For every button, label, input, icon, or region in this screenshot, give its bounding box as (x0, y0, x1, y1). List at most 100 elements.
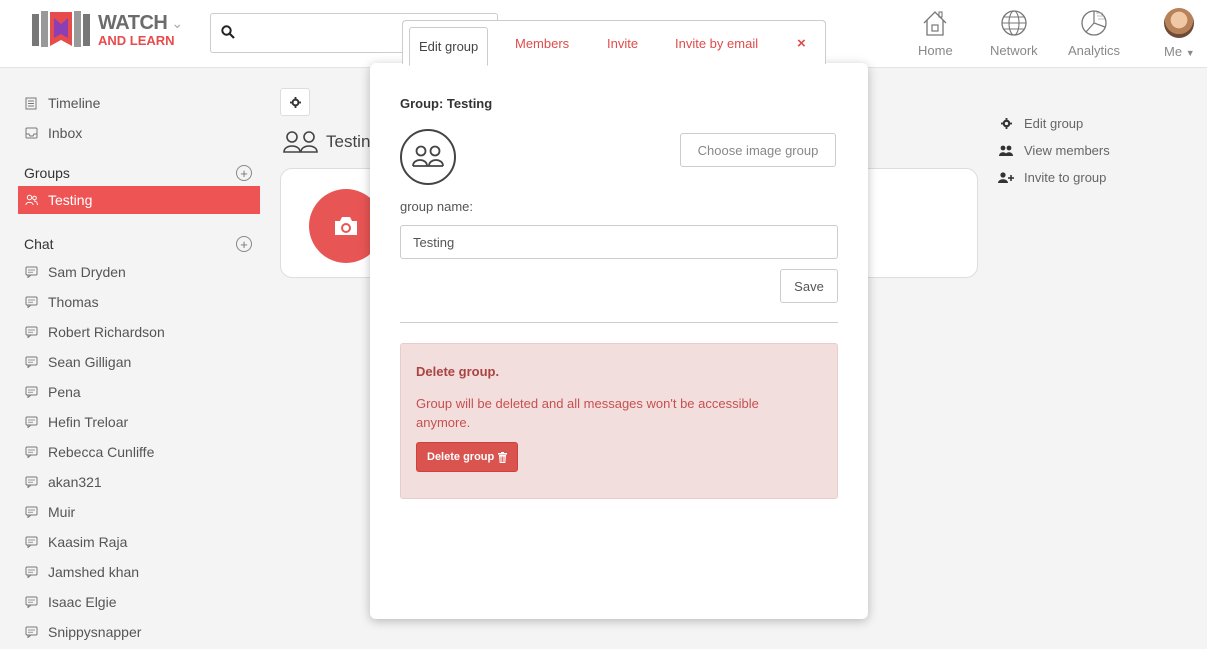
chat-icon (24, 325, 38, 339)
nav-analytics-label: Analytics (1068, 43, 1121, 58)
add-group-icon[interactable]: + (236, 165, 252, 181)
chat-contact-name: Snippysnapper (48, 624, 142, 640)
edit-group-modal: Group: Testing Choose image group group … (370, 63, 868, 619)
chat-list-item[interactable]: Kaasim Raja (18, 527, 260, 557)
chat-list: Sam Dryden Thomas Robert Richardson Sean Gi… (18, 257, 260, 647)
tab-members[interactable]: Members (515, 21, 569, 65)
sidebar-item-label: Testing (48, 192, 93, 208)
chat-list-item[interactable]: Thomas (18, 287, 260, 317)
sidebar-item-timeline[interactable]: Timeline (18, 88, 260, 118)
trash-icon (498, 451, 508, 463)
chat-contact-name: Isaac Elgie (48, 594, 117, 610)
camera-icon (335, 217, 357, 235)
delete-group-button[interactable]: Delete group (416, 442, 519, 472)
nav-analytics[interactable]: Analytics (1068, 8, 1120, 58)
chat-icon (24, 295, 38, 309)
edit-group-link[interactable]: Edit group (998, 110, 1110, 137)
chat-contact-name: Muir (48, 504, 76, 520)
view-members-link[interactable]: View members (998, 137, 1110, 164)
brand-logo[interactable]: WATCH ⌄ AND LEARN (30, 8, 183, 52)
chat-icon (24, 565, 38, 579)
chat-list-item[interactable]: Pena (18, 377, 260, 407)
chat-contact-name: Robert Richardson (48, 324, 165, 340)
edit-group-label: Edit group (1024, 116, 1084, 131)
chat-icon (24, 475, 38, 489)
sidebar-item-group-testing[interactable]: Testing (18, 186, 260, 214)
chat-list-item[interactable]: Snippysnapper (18, 617, 260, 647)
sidebar-item-label: Inbox (48, 125, 83, 141)
group-title-text: Testin (326, 132, 371, 151)
save-button[interactable]: Save (780, 269, 838, 303)
tab-invite[interactable]: Invite (607, 21, 638, 65)
chat-list-item[interactable]: akan321 (18, 467, 260, 497)
tab-invite-by-email[interactable]: Invite by email (675, 21, 758, 65)
chat-icon (24, 355, 38, 369)
chat-contact-name: Thomas (48, 294, 99, 310)
invite-to-group-link[interactable]: Invite to group (998, 164, 1110, 191)
group-icon (412, 145, 444, 167)
inbox-icon (24, 126, 38, 140)
add-chat-icon[interactable]: + (236, 236, 252, 252)
chat-icon (24, 595, 38, 609)
brand-line2: AND LEARN (98, 33, 175, 48)
chat-contact-name: akan321 (48, 474, 102, 490)
divider (400, 322, 838, 323)
nav-network[interactable]: Network (990, 8, 1038, 58)
delete-group-panel: Delete group. Group will be deleted and … (400, 343, 838, 499)
chat-list-item[interactable]: Sean Gilligan (18, 347, 260, 377)
nav-network-label: Network (990, 43, 1038, 58)
nav-me[interactable]: Me ▼ (1164, 8, 1195, 59)
brand-line1: WATCH (98, 12, 168, 34)
gear-icon (289, 96, 301, 108)
gear-icon (998, 118, 1014, 129)
chat-icon (24, 445, 38, 459)
groups-header: Groups + (18, 160, 260, 186)
modal-tabs: Edit group Members Invite Invite by emai… (402, 20, 826, 66)
page-title: Testin (282, 130, 370, 154)
group-settings-button[interactable] (280, 88, 310, 116)
chat-icon (24, 535, 38, 549)
choose-image-button[interactable]: Choose image group (680, 133, 836, 167)
close-icon[interactable]: × (797, 21, 806, 65)
chat-header: Chat + (18, 231, 260, 257)
nav-home-label: Home (918, 43, 953, 58)
chat-list-item[interactable]: Isaac Elgie (18, 587, 260, 617)
chat-icon (24, 505, 38, 519)
chat-heading: Chat (24, 236, 54, 252)
group-avatar (400, 129, 456, 185)
chat-icon (24, 625, 38, 639)
group-icon (283, 131, 318, 153)
chat-contact-name: Rebecca Cunliffe (48, 444, 155, 460)
chat-contact-name: Sam Dryden (48, 264, 126, 280)
sidebar: Timeline Inbox Groups + Testing Chat + S… (18, 88, 260, 647)
chat-list-item[interactable]: Robert Richardson (18, 317, 260, 347)
home-icon (923, 11, 947, 36)
search-icon (221, 25, 235, 44)
chat-contact-name: Pena (48, 384, 81, 400)
delete-group-warning: Group will be deleted and all messages w… (416, 396, 759, 430)
nav-home[interactable]: Home (918, 8, 953, 58)
chat-icon (24, 385, 38, 399)
chat-icon (24, 265, 38, 279)
chat-list-item[interactable]: Hefin Treloar (18, 407, 260, 437)
chat-contact-name: Jamshed khan (48, 564, 140, 580)
invite-to-group-label: Invite to group (1024, 170, 1107, 185)
chat-contact-name: Hefin Treloar (48, 414, 129, 430)
chat-icon (24, 415, 38, 429)
globe-icon (1001, 10, 1027, 36)
pie-chart-icon (1081, 10, 1107, 36)
view-members-label: View members (1024, 143, 1110, 158)
users-icon (998, 145, 1014, 156)
chat-contact-name: Sean Gilligan (48, 354, 132, 370)
group-name-field[interactable] (400, 225, 838, 259)
chat-list-item[interactable]: Muir (18, 497, 260, 527)
chat-list-item[interactable]: Sam Dryden (18, 257, 260, 287)
sidebar-item-inbox[interactable]: Inbox (18, 118, 260, 148)
chat-list-item[interactable]: Rebecca Cunliffe (18, 437, 260, 467)
group-actions: Edit group View members Invite to group (998, 110, 1110, 191)
tab-edit-group[interactable]: Edit group (409, 27, 489, 66)
document-icon (24, 96, 38, 110)
sidebar-item-label: Timeline (48, 95, 101, 111)
user-plus-icon (998, 172, 1014, 183)
chat-list-item[interactable]: Jamshed khan (18, 557, 260, 587)
